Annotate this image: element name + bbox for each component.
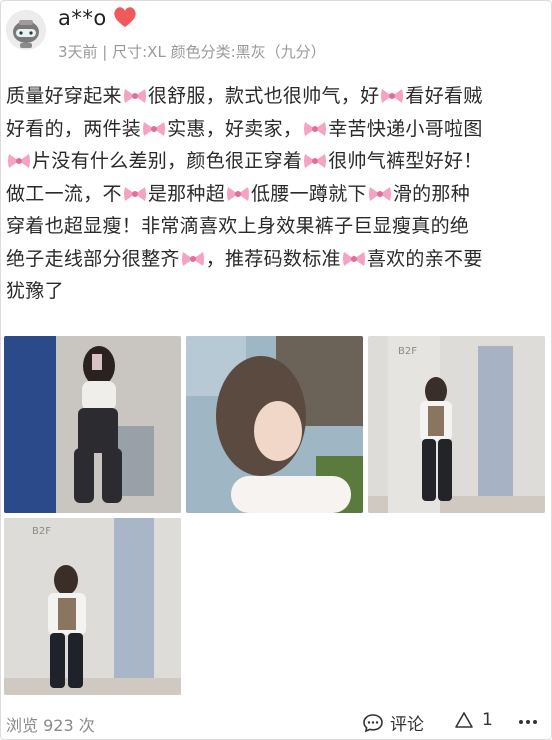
review-line: 穿着也超显瘦！非常滴喜欢上身效果裤子巨显瘦真的绝 — [6, 215, 470, 237]
review-photo-1[interactable] — [4, 336, 181, 513]
more-icon[interactable] — [516, 712, 540, 732]
bow-emoji-icon — [304, 121, 327, 136]
like-count: 1 — [482, 710, 493, 730]
triangle-like-icon — [455, 712, 473, 728]
review-line: 好看的，两件装 实惠，好卖家， 幸苦快递小哥啦图 — [6, 117, 483, 140]
photo-standing-outfit: B2F — [368, 336, 545, 513]
review-text: 质量好穿起来 很舒服，款式也很帅气，好 看好看贼 好看的，两件装 实惠，好卖家， 幸苦快… — [6, 80, 546, 308]
heart-icon — [114, 7, 136, 27]
svg-text:B2F: B2F — [398, 346, 417, 357]
review-meta: 3天前 | 尺寸:XL 颜色分类:黑灰（九分） — [58, 43, 326, 61]
bow-emoji-icon — [381, 89, 404, 103]
like-button[interactable]: 1 — [454, 710, 493, 730]
bow-emoji-icon — [227, 186, 250, 201]
photo-mirror-selfie — [4, 336, 181, 513]
photo-standing-outfit-2: B2F — [4, 518, 181, 695]
bow-emoji-icon — [342, 251, 365, 266]
review-photo-4[interactable]: B2F — [4, 518, 181, 695]
photo-portrait — [186, 336, 363, 513]
review-line: 绝子走线部分很整齐 ，推荐码数标准 喜欢的亲不要 — [6, 247, 483, 270]
bow-emoji-icon — [181, 251, 204, 266]
bow-emoji-icon — [123, 89, 146, 103]
review-line: 片没有什么差别，颜色很正穿着 很帅气裤型好好！ — [6, 145, 546, 178]
bow-emoji-icon — [123, 186, 146, 201]
review-line: 做工一流，不 是那种超 低腰一蹲就下 滑的那种 — [6, 182, 471, 205]
bow-emoji-icon — [304, 154, 327, 168]
svg-text:B2F: B2F — [32, 526, 51, 537]
comment-icon — [363, 713, 383, 732]
comment-button[interactable]: 评论 — [362, 710, 424, 735]
bow-emoji-icon — [368, 186, 391, 201]
bow-emoji-icon — [8, 154, 30, 168]
robot-avatar-icon — [6, 10, 46, 50]
view-count: 浏览 923 次 — [6, 716, 95, 735]
review-photo-2[interactable] — [186, 336, 363, 513]
review-photo-3[interactable]: B2F — [368, 336, 545, 513]
comment-label: 评论 — [390, 715, 424, 735]
avatar[interactable] — [6, 10, 46, 50]
review-line: 犹豫了 — [6, 280, 64, 302]
review-line: 质量好穿起来 很舒服，款式也很帅气，好 看好看贼 — [6, 85, 483, 107]
username[interactable]: a**o — [58, 6, 107, 30]
bow-emoji-icon — [143, 121, 166, 136]
